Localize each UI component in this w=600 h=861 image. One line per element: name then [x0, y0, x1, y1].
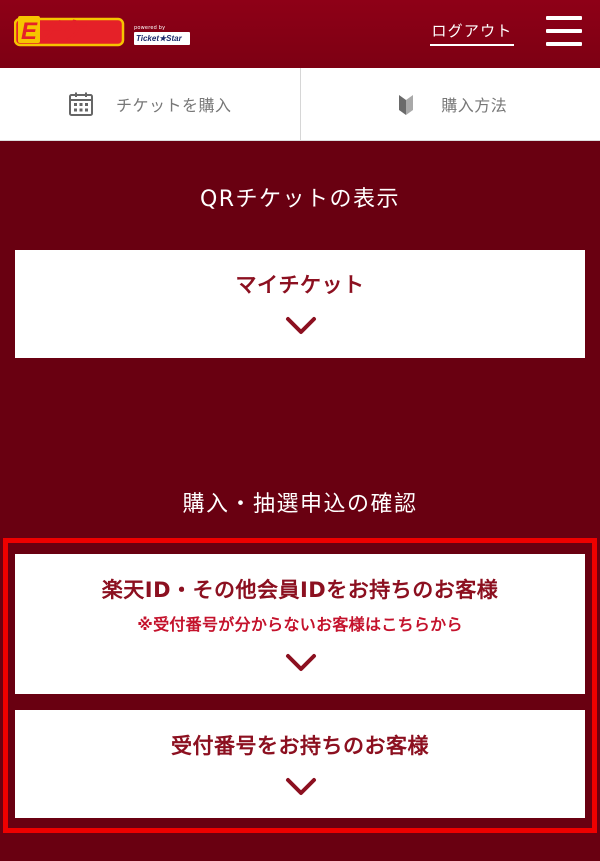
echike-logo[interactable]: Eチケ	[14, 14, 126, 48]
qr-section-title: QRチケットの表示	[199, 187, 401, 212]
top-nav: チケットを購入 購入方法	[0, 68, 600, 141]
rakuten-id-note: ※受付番号が分からないお客様はこちらから	[137, 615, 463, 634]
ticketstar-logo: Ticket★Star	[136, 34, 182, 43]
chevron-down-icon	[286, 778, 316, 795]
hamburger-menu-icon[interactable]	[546, 14, 582, 48]
logo-text: Eチケ	[21, 18, 88, 45]
calendar-icon	[68, 92, 93, 116]
buy-ticket-tab[interactable]: チケットを購入	[0, 68, 300, 140]
how-to-buy-tab[interactable]: 購入方法	[299, 68, 600, 140]
receipt-number-title: 受付番号をお持ちのお客様	[171, 734, 429, 758]
rakuten-id-login-button[interactable]: 楽天ID・その他会員IDをお持ちのお客様 ※受付番号が分からないお客様はこちらか…	[15, 554, 585, 694]
logout-link[interactable]: ログアウト	[430, 20, 514, 46]
chevron-down-icon	[286, 654, 316, 671]
rakuten-id-title: 楽天ID・その他会員IDをお持ちのお客様	[101, 578, 499, 602]
powered-by-badge: powered by Ticket★Star	[134, 25, 190, 47]
app-header: Eチケ powered by Ticket★Star ログアウト	[0, 0, 600, 68]
beginner-mark-icon	[399, 95, 414, 115]
receipt-number-button[interactable]: 受付番号をお持ちのお客様	[15, 710, 585, 818]
confirm-section-title: 購入・抽選申込の確認	[182, 492, 418, 517]
chevron-down-icon	[286, 317, 316, 334]
powered-by-label: powered by	[134, 25, 166, 31]
how-to-buy-label: 購入方法	[441, 96, 508, 115]
my-ticket-button[interactable]: マイチケット	[15, 250, 585, 358]
my-ticket-label: マイチケット	[235, 273, 365, 297]
buy-ticket-label: チケットを購入	[115, 96, 232, 115]
